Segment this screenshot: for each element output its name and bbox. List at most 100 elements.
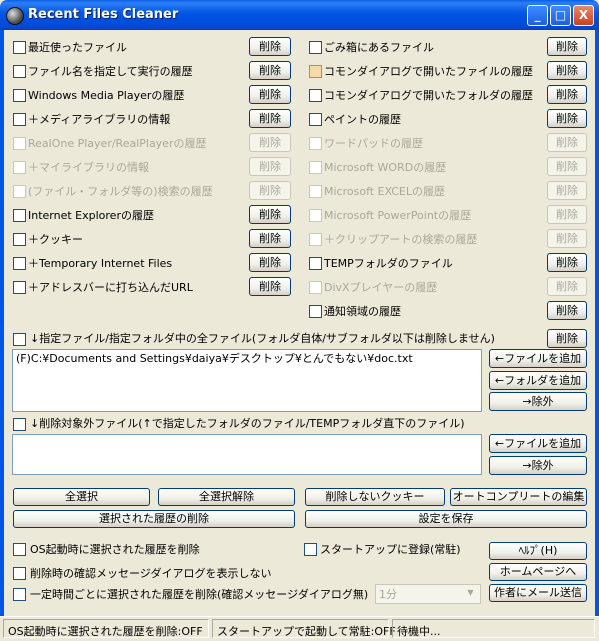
history-delete-button: 削除 xyxy=(547,277,587,296)
target-files-list[interactable]: (F)C:¥Documents and Settings¥daiya¥デスクトッ… xyxy=(12,349,482,412)
status-bar: OS起動時に選択された履歴を削除:OFF スタートアップで起動して常駐:OFF … xyxy=(0,616,599,641)
target-remove-button[interactable]: →除外 xyxy=(489,392,587,411)
history-label: コモンダイアログで開いたフォルダの履歴 xyxy=(324,89,533,102)
maximize-button[interactable]: □ xyxy=(550,5,571,26)
history-checkbox xyxy=(309,209,322,222)
window-title: Recent Files Cleaner xyxy=(28,7,179,22)
periodic-delete-checkbox[interactable] xyxy=(13,588,26,601)
history-label: (ファイル・フォルダ等の)検索の履歴 xyxy=(28,185,213,198)
history-label: コモンダイアログで開いたファイルの履歴 xyxy=(324,65,533,78)
history-checkbox[interactable] xyxy=(309,41,322,54)
history-checkbox xyxy=(309,233,322,246)
history-delete-button: 削除 xyxy=(547,205,587,224)
history-delete-button[interactable]: 削除 xyxy=(547,253,587,272)
history-label: ＋アドレスバーに打ち込んだURL xyxy=(28,281,193,294)
history-checkbox[interactable] xyxy=(309,89,322,102)
history-label: ＋マイライブラリの情報 xyxy=(28,161,149,174)
history-checkbox[interactable] xyxy=(309,257,322,270)
history-delete-button[interactable]: 削除 xyxy=(249,109,291,128)
history-delete-button: 削除 xyxy=(249,157,291,176)
periodic-delete-label: 一定時間ごとに選択された履歴を削除(確認メッセージダイアログ無) xyxy=(30,588,369,601)
interval-select[interactable]: 1分 ▼ xyxy=(375,584,481,604)
history-checkbox[interactable] xyxy=(13,89,26,102)
history-delete-button: 削除 xyxy=(249,181,291,200)
exclude-files-checkbox[interactable] xyxy=(13,418,26,431)
select-all-button[interactable]: 全選択 xyxy=(13,488,150,506)
exclude-add-file-button[interactable]: ←ファイルを追加 xyxy=(489,434,587,453)
delete-selected-button[interactable]: 選択された履歴の削除 xyxy=(13,510,295,528)
help-button[interactable]: ﾍﾙﾌﾟ(H) xyxy=(489,542,587,560)
autocomplete-edit-button[interactable]: オートコンプリートの編集 xyxy=(450,488,587,506)
history-label: DivXプレイヤーの履歴 xyxy=(324,281,438,294)
history-delete-button[interactable]: 削除 xyxy=(249,61,291,80)
history-checkbox[interactable] xyxy=(13,209,26,222)
target-files-checkbox[interactable] xyxy=(13,333,26,346)
history-delete-button[interactable]: 削除 xyxy=(249,253,291,272)
history-delete-button[interactable]: 削除 xyxy=(547,61,587,80)
history-checkbox xyxy=(309,137,322,150)
history-checkbox xyxy=(309,161,322,174)
history-delete-button[interactable]: 削除 xyxy=(547,301,587,320)
history-delete-button[interactable]: 削除 xyxy=(547,109,587,128)
chevron-down-icon[interactable]: ▼ xyxy=(464,588,477,600)
keep-cookies-button[interactable]: 削除しないクッキー xyxy=(305,488,445,506)
history-delete-button[interactable]: 削除 xyxy=(249,277,291,296)
history-delete-button[interactable]: 削除 xyxy=(547,37,587,56)
history-label: ＋Temporary Internet Files xyxy=(28,257,173,270)
history-checkbox[interactable] xyxy=(13,65,26,78)
history-label: Microsoft EXCELの履歴 xyxy=(324,185,445,198)
no-confirm-dialog-label: 削除時の確認メッセージダイアログを表示しない xyxy=(30,567,272,580)
history-checkbox[interactable] xyxy=(309,113,322,126)
history-label: Internet Explorerの履歴 xyxy=(28,209,154,222)
history-checkbox[interactable] xyxy=(13,233,26,246)
history-checkbox[interactable] xyxy=(309,305,322,318)
history-checkbox[interactable] xyxy=(13,257,26,270)
app-icon[interactable] xyxy=(6,7,24,25)
history-label: ペイントの履歴 xyxy=(324,113,401,126)
startup-delete-label: OS起動時に選択された履歴を削除 xyxy=(30,543,200,556)
close-button[interactable]: X xyxy=(573,5,594,26)
history-label: ＋メディアライブラリの情報 xyxy=(28,113,171,126)
register-startup-checkbox[interactable] xyxy=(304,543,317,556)
exclude-remove-button[interactable]: →除外 xyxy=(489,456,587,475)
status-startup-resident: スタートアップで起動して常駐:OFF xyxy=(212,619,396,638)
history-label: RealOne Player/RealPlayerの履歴 xyxy=(28,137,207,150)
title-bar[interactable]: Recent Files Cleaner _ □ X xyxy=(0,0,599,30)
history-delete-button[interactable]: 削除 xyxy=(249,85,291,104)
deselect-all-button[interactable]: 全選択解除 xyxy=(158,488,295,506)
history-label: 通知領域の履歴 xyxy=(324,305,401,318)
history-delete-button: 削除 xyxy=(547,181,587,200)
history-delete-button[interactable]: 削除 xyxy=(249,37,291,56)
status-startup-delete: OS起動時に選択された履歴を削除:OFF xyxy=(3,619,209,638)
startup-delete-checkbox[interactable] xyxy=(13,543,26,556)
history-checkbox xyxy=(13,185,26,198)
history-checkbox[interactable] xyxy=(13,113,26,126)
history-label: ごみ箱にあるファイル xyxy=(324,41,434,54)
history-checkbox[interactable] xyxy=(13,281,26,294)
history-label: Windows Media Playerの履歴 xyxy=(28,89,185,102)
history-checkbox[interactable] xyxy=(13,41,26,54)
history-delete-button[interactable]: 削除 xyxy=(547,85,587,104)
homepage-button[interactable]: ホームページへ xyxy=(489,563,587,581)
exclude-files-label: ↓削除対象外ファイル(↑で指定したフォルダのファイル/TEMPフォルダ直下のファ… xyxy=(30,417,465,430)
save-settings-button[interactable]: 設定を保存 xyxy=(305,510,587,528)
history-delete-button[interactable]: 削除 xyxy=(249,229,291,248)
history-label: ファイル名を指定して実行の履歴 xyxy=(28,65,193,78)
history-delete-button[interactable]: 削除 xyxy=(249,205,291,224)
target-files-delete-button[interactable]: 削除 xyxy=(547,329,587,348)
interval-value: 1分 xyxy=(379,588,397,601)
no-confirm-dialog-checkbox[interactable] xyxy=(13,567,26,580)
minimize-button[interactable]: _ xyxy=(527,5,548,26)
history-label: Microsoft WORDの履歴 xyxy=(324,161,447,174)
target-add-folder-button[interactable]: ←フォルダを追加 xyxy=(489,371,587,390)
mail-author-button[interactable]: 作者にメール送信 xyxy=(489,584,587,602)
register-startup-label: スタートアップに登録(常駐) xyxy=(320,543,461,556)
history-delete-button: 削除 xyxy=(249,133,291,152)
exclude-files-list[interactable] xyxy=(12,434,482,475)
history-checkbox[interactable] xyxy=(309,65,322,78)
history-checkbox xyxy=(13,161,26,174)
history-delete-button: 削除 xyxy=(547,133,587,152)
target-file-item[interactable]: (F)C:¥Documents and Settings¥daiya¥デスクトッ… xyxy=(16,352,413,365)
target-add-file-button[interactable]: ←ファイルを追加 xyxy=(489,349,587,368)
history-checkbox xyxy=(309,281,322,294)
